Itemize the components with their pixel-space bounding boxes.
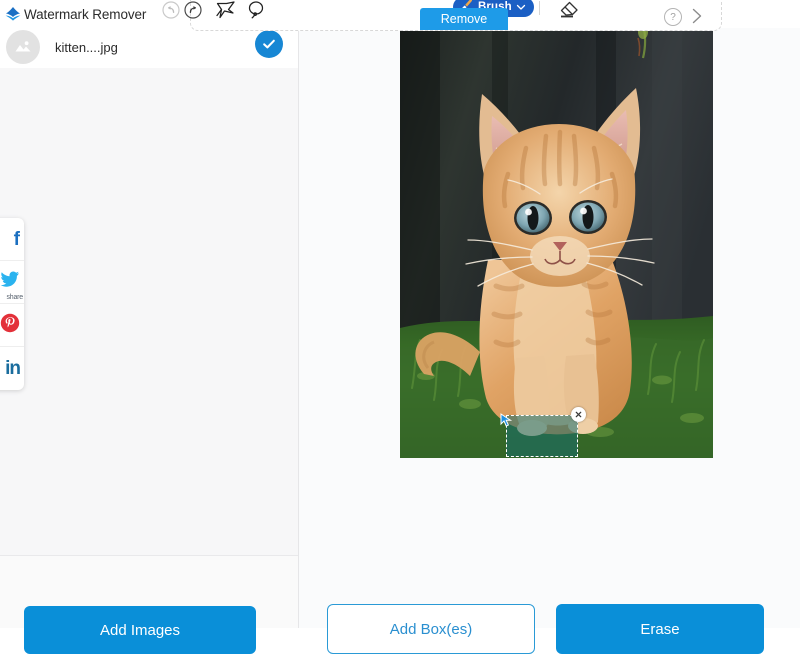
editor-photo[interactable] [400, 28, 713, 458]
share-linkedin-button[interactable]: in [0, 347, 24, 390]
polygon-lasso-icon [214, 0, 238, 21]
redo-button[interactable] [181, 0, 205, 22]
share-twitter-button[interactable]: share [0, 261, 24, 304]
eraser-icon [557, 0, 581, 21]
help-label: ? [670, 12, 676, 23]
sidebar-footer: Add Images [0, 556, 298, 628]
add-boxes-button[interactable]: Add Box(es) [327, 604, 535, 654]
pointer-arrow-icon [500, 413, 514, 427]
canvas-footer: Add Box(es) Erase [299, 528, 800, 628]
polygon-lasso-tool[interactable] [213, 0, 239, 22]
undo-arrow-icon [161, 0, 181, 20]
undo-button[interactable] [159, 0, 183, 22]
add-images-label: Add Images [100, 622, 180, 639]
erase-label: Erase [640, 621, 679, 638]
remove-button[interactable]: Remove [420, 8, 508, 30]
image-placeholder-icon [6, 30, 40, 64]
help-icon[interactable]: ? [664, 8, 682, 26]
water-drop-logo-icon [4, 5, 22, 23]
check-circle-icon[interactable] [255, 30, 283, 58]
brand: Watermark Remover [4, 3, 146, 25]
toolbar-divider [539, 1, 540, 15]
app-title: Watermark Remover [24, 7, 146, 22]
selection-box[interactable] [506, 415, 578, 457]
freehand-lasso-icon [244, 0, 268, 21]
freehand-lasso-tool[interactable] [243, 0, 269, 22]
add-images-button[interactable]: Add Images [24, 606, 256, 654]
eraser-tool[interactable] [556, 0, 582, 22]
redo-arrow-icon [183, 0, 203, 20]
social-share-widget: f share in [0, 218, 24, 390]
share-facebook-button[interactable]: f [0, 218, 24, 261]
kitten-photo-image [400, 28, 713, 458]
next-button[interactable] [688, 7, 706, 25]
twitter-icon [0, 271, 20, 293]
top-bar: Watermark Remover [0, 0, 800, 28]
sidebar-file-name: kitten....jpg [55, 40, 118, 55]
linkedin-icon: in [5, 359, 20, 378]
sidebar-file-item[interactable]: kitten....jpg [0, 28, 298, 68]
share-word-label: share [6, 294, 23, 301]
app-root: Watermark Remover [0, 0, 800, 628]
share-pinterest-button[interactable] [0, 304, 24, 347]
remove-button-label: Remove [441, 12, 488, 26]
add-boxes-label: Add Box(es) [390, 621, 473, 638]
close-x-icon[interactable] [571, 407, 586, 422]
chevron-right-icon [688, 12, 706, 29]
facebook-icon: f [14, 230, 20, 249]
chevron-down-icon [516, 0, 526, 16]
sidebar: kitten....jpg Add Images [0, 28, 299, 628]
erase-button[interactable]: Erase [556, 604, 764, 654]
pinterest-icon [0, 313, 20, 338]
canvas-area: Add Box(es) Erase [299, 28, 800, 628]
